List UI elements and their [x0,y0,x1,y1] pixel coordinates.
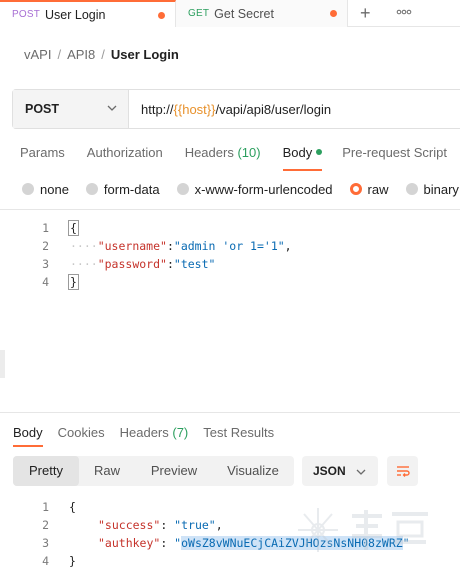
tab-test-results[interactable]: Test Results [203,425,274,447]
breadcrumb-folder[interactable]: API8 [67,47,95,62]
radio-label: raw [367,181,389,197]
response-format-dropdown[interactable]: JSON [302,456,378,486]
breadcrumb-collection[interactable]: vAPI [24,47,51,62]
json-key: "success" [98,518,161,532]
tab-params[interactable]: Params [20,145,65,171]
code-line: ····"password":"test" [70,257,216,271]
code-line: { [69,500,76,514]
tab-label: Headers [119,425,169,440]
line-number: 3 [42,536,49,550]
line-number: 4 [42,275,49,289]
wrap-lines-icon [396,466,410,477]
radio-label: none [40,181,69,197]
line-number: 4 [42,554,49,568]
view-visualize-button[interactable]: Visualize [218,456,288,486]
url-variable: {{host}} [173,101,216,117]
tab-body[interactable]: Body [282,145,323,171]
radio-label: x-www-form-urlencoded [194,181,333,197]
radio-selected-icon [349,183,362,195]
request-name[interactable]: User Login [111,47,179,62]
radio-icon [176,183,189,195]
has-content-dot-icon [316,149,323,155]
json-key: "username" [97,239,167,253]
code-line: { [68,219,79,237]
code-line: ····"username":"admin 'or 1='1", [70,239,292,253]
code-line: } [69,554,76,568]
radio-label: form-data [103,181,160,197]
view-raw-button[interactable]: Raw [79,456,135,486]
new-tab-plus-icon[interactable]: + [360,2,371,24]
line-number: 3 [42,257,49,271]
tab-headers[interactable]: Headers (10) [185,145,261,171]
more-tabs-icon[interactable] [396,1,412,30]
tab-title: Get Secret [214,6,274,21]
url-bar: POST http://{{host}}/vapi/api8/user/logi… [12,89,460,129]
json-value: "admin 'or 1='1" [173,239,285,253]
method-value: POST [25,102,60,116]
url-prefix: http:// [141,101,174,117]
watermark-logo-icon [298,508,428,552]
body-type-urlencoded[interactable]: x-www-form-urlencoded [176,180,333,198]
body-type-form-data[interactable]: form-data [85,180,160,198]
url-path: /vapi/api8/user/login [215,101,332,117]
tab-method-label: POST [12,9,41,20]
method-dropdown[interactable]: POST [13,90,129,128]
tab-authorization[interactable]: Authorization [87,145,163,171]
chevron-down-icon [356,469,366,475]
radio-icon [22,183,34,195]
tab-response-headers[interactable]: Headers (7) [120,425,189,447]
response-tabs: Body Cookies Headers (7) Test Results [13,425,274,447]
format-value: JSON [313,464,346,478]
view-preview-button[interactable]: Preview [139,456,209,486]
breadcrumb-separator: / [101,47,105,62]
code-line: } [68,273,79,291]
wrap-lines-button[interactable] [387,456,418,486]
breadcrumb: vAPI / API8 / User Login [24,47,179,62]
view-pretty-button[interactable]: Pretty [13,456,79,486]
line-number: 2 [42,518,49,532]
unsaved-dot-icon [158,12,165,19]
tab-get-secret[interactable]: GET Get Secret [176,0,348,27]
json-value: "true" [174,518,216,532]
open-brace: { [68,220,79,236]
ellipsis-icon [396,9,412,15]
body-type-binary[interactable]: binary [405,180,459,198]
tab-method-label: GET [188,8,210,19]
url-input[interactable]: http://{{host}}/vapi/api8/user/login [129,90,331,128]
tab-response-body[interactable]: Body [13,425,43,447]
breadcrumb-separator: / [57,47,62,62]
tab-label: Headers [184,145,234,160]
tab-label: Body [282,145,313,160]
tab-pre-request-script[interactable]: Pre-request Script [342,145,447,171]
sidebar-collapse-handle[interactable] [0,350,5,378]
close-brace: } [68,274,79,290]
response-view-switcher: Pretty Raw Preview Visualize [13,456,294,486]
line-number: 1 [42,500,49,514]
line-number: 1 [42,221,49,235]
radio-icon [85,183,98,195]
pane-divider[interactable] [0,412,460,413]
radio-icon [405,183,418,195]
line-number: 2 [42,239,49,253]
tab-title: User Login [45,7,106,22]
request-tabs: Params Authorization Headers (10) Body P… [20,145,447,171]
body-type-options: none form-data x-www-form-urlencoded raw… [22,180,459,198]
chevron-down-icon [107,105,117,111]
json-key: "password" [97,257,167,271]
json-value: "test" [173,257,216,271]
headers-count: (10) [237,145,261,160]
headers-count: (7) [172,425,189,440]
tab-cookies[interactable]: Cookies [58,425,105,447]
divider [0,209,460,210]
unsaved-dot-icon [330,10,337,17]
body-type-raw[interactable]: raw [349,180,389,198]
json-key: "authkey" [98,536,161,550]
tab-user-login[interactable]: POST User Login [0,0,176,27]
body-type-none[interactable]: none [22,180,69,198]
code-line: "success": "true", [98,518,223,532]
radio-label: binary [423,181,459,197]
request-tab-strip: POST User Login GET Get Secret + [0,0,460,27]
